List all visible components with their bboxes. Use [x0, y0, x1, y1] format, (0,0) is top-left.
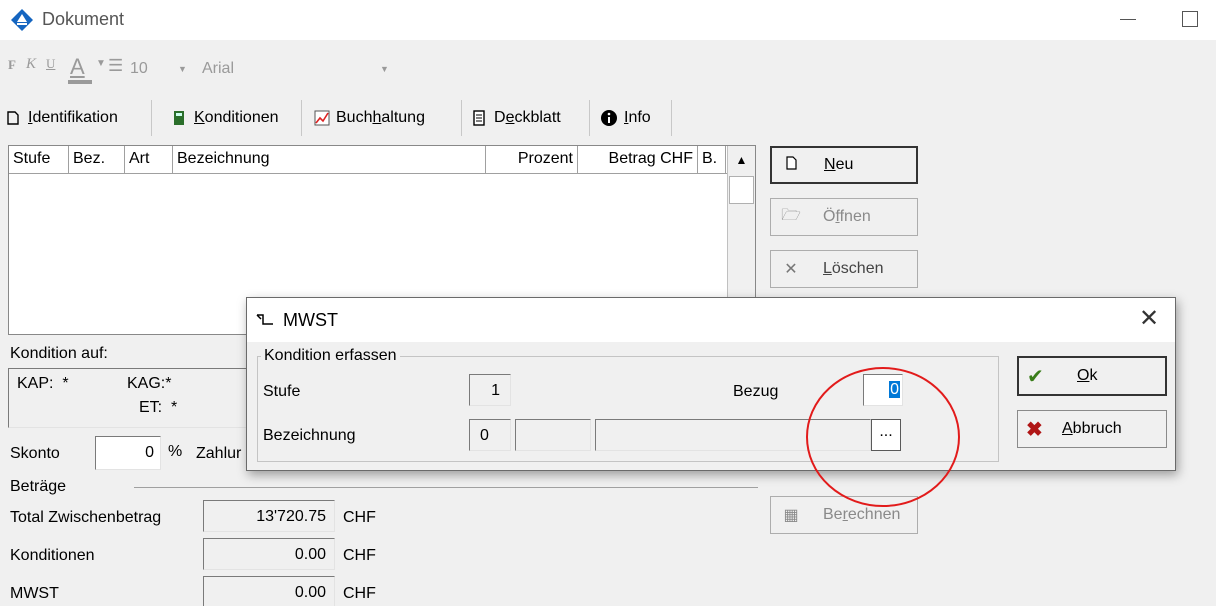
mwst-dialog: MWST ✕ Kondition erfassen Stufe 1 Bezug … — [246, 297, 1176, 471]
konditionen-unit: CHF — [343, 547, 376, 564]
app-logo-icon — [11, 9, 33, 31]
ok-label: Ok — [1077, 367, 1098, 384]
font-size-chevron-icon[interactable]: ▼ — [178, 64, 187, 74]
bezeichnung-art-field — [515, 419, 591, 451]
chart-icon — [314, 110, 330, 126]
betraege-label: Beträge — [10, 478, 67, 495]
oeffnen-button[interactable]: 🗁 Öffnen — [770, 198, 918, 236]
tab-deckblatt[interactable]: Deckblatt — [466, 100, 590, 136]
mwst-label: MWST — [10, 585, 59, 602]
column-header-stufe[interactable]: Stufe — [9, 146, 69, 174]
loeschen-button[interactable]: ✕ Löschen — [770, 250, 918, 288]
list-header: Stufe Bez. Art Bezeichnung Prozent Betra… — [9, 146, 728, 174]
font-name-chevron-icon[interactable]: ▼ — [380, 64, 389, 74]
kondition-auf-label: Kondition auf: — [10, 345, 108, 362]
total-zwischenbetrag-label: Total Zwischenbetrag — [10, 509, 162, 526]
bezeichnung-label: Bezeichnung — [263, 427, 356, 444]
kondition-auf-box: KAP: * KAG:* ET: * — [8, 368, 253, 428]
title-bar: Dokument — [0, 0, 1216, 40]
scroll-thumb[interactable] — [729, 176, 754, 204]
total-zwischenbetrag-value: 13'720.75 — [203, 500, 335, 532]
tab-label: Konditionen — [194, 109, 279, 126]
mwst-unit: CHF — [343, 585, 376, 602]
ok-button[interactable]: ✔ Ok — [1017, 356, 1167, 396]
maximize-button[interactable] — [1182, 11, 1198, 27]
cover-sheet-icon — [472, 110, 488, 126]
konditionen-label: Konditionen — [10, 547, 95, 564]
column-header-b[interactable]: B. — [698, 146, 726, 174]
italic-button[interactable]: K — [26, 56, 36, 73]
column-header-betrag[interactable]: Betrag CHF — [578, 146, 698, 174]
skonto-percent-label: % — [168, 443, 183, 460]
tab-info[interactable]: Info — [594, 100, 672, 136]
tab-konditionen[interactable]: Konditionen — [166, 100, 302, 136]
kap-value: KAP: * — [17, 375, 69, 392]
check-icon: ✔ — [1027, 365, 1044, 388]
mwst-value: 0.00 — [203, 576, 335, 606]
kag-value: KAG:* — [127, 375, 172, 392]
dialog-title: MWST — [283, 310, 338, 330]
font-color-swatch — [68, 80, 92, 84]
neu-label: Neu — [824, 156, 854, 173]
abbruch-label: Abbruch — [1062, 420, 1122, 437]
abbruch-button[interactable]: ✖ Abbruch — [1017, 410, 1167, 448]
tab-label: Info — [624, 109, 651, 126]
new-document-icon — [782, 155, 802, 175]
bezug-label: Bezug — [733, 383, 779, 400]
info-icon — [600, 109, 618, 127]
font-color-dropdown-icon[interactable]: ▼ — [96, 58, 106, 69]
tab-label: Deckblatt — [494, 109, 561, 126]
cancel-x-icon: ✖ — [1026, 418, 1043, 441]
minimize-button[interactable] — [1120, 19, 1136, 20]
neu-button[interactable]: Neu — [770, 146, 918, 184]
font-name-select[interactable]: Arial — [202, 60, 234, 78]
format-toolbar: F K U A ▼ ☰ 10 ▼ Arial ▼ — [0, 48, 400, 88]
calculator-icon — [172, 110, 188, 126]
delete-x-icon: ✕ — [784, 261, 798, 278]
underline-button[interactable]: U — [46, 56, 55, 72]
kondition-erfassen-label: Kondition erfassen — [261, 347, 400, 365]
tab-label: Identifikation — [28, 109, 118, 126]
dialog-title-bar: MWST ✕ — [247, 298, 1175, 342]
betraege-separator — [134, 487, 758, 488]
stufe-label: Stufe — [263, 383, 301, 400]
tab-buchhaltung[interactable]: Buchhaltung — [308, 100, 462, 136]
document-icon — [6, 110, 22, 126]
skonto-label: Skonto — [10, 445, 60, 462]
annotation-circle — [806, 367, 960, 507]
dialog-app-icon — [256, 314, 273, 325]
skonto-input[interactable]: 0 — [95, 436, 161, 470]
total-zwischenbetrag-unit: CHF — [343, 509, 376, 526]
column-header-bez[interactable]: Bez. — [69, 146, 125, 174]
zahlung-label: Zahlur — [196, 445, 242, 462]
tab-label: Buchhaltung — [336, 109, 425, 126]
calculator-icon: ▦ — [783, 507, 799, 524]
list-format-icon[interactable]: ☰ — [108, 56, 123, 76]
font-color-button[interactable]: A — [70, 54, 85, 80]
window-title: Dokument — [42, 9, 125, 29]
column-header-art[interactable]: Art — [125, 146, 173, 174]
et-value: ET: * — [139, 399, 178, 416]
bezeichnung-code-field: 0 — [469, 419, 511, 451]
dialog-close-icon[interactable]: ✕ — [1139, 304, 1159, 333]
tab-identifikation[interactable]: Identifikation — [0, 100, 152, 136]
font-size-select[interactable]: 10 — [130, 60, 148, 78]
column-header-prozent[interactable]: Prozent — [486, 146, 578, 174]
bold-button[interactable]: F — [8, 57, 16, 73]
oeffnen-label: Öffnen — [823, 208, 871, 225]
scroll-up-icon[interactable]: ▲ — [728, 146, 755, 174]
stufe-field: 1 — [469, 374, 511, 406]
column-header-bezeichnung[interactable]: Bezeichnung — [173, 146, 486, 174]
open-folder-icon: 🗁 — [781, 206, 801, 224]
konditionen-value: 0.00 — [203, 538, 335, 570]
loeschen-label: Löschen — [823, 260, 884, 277]
